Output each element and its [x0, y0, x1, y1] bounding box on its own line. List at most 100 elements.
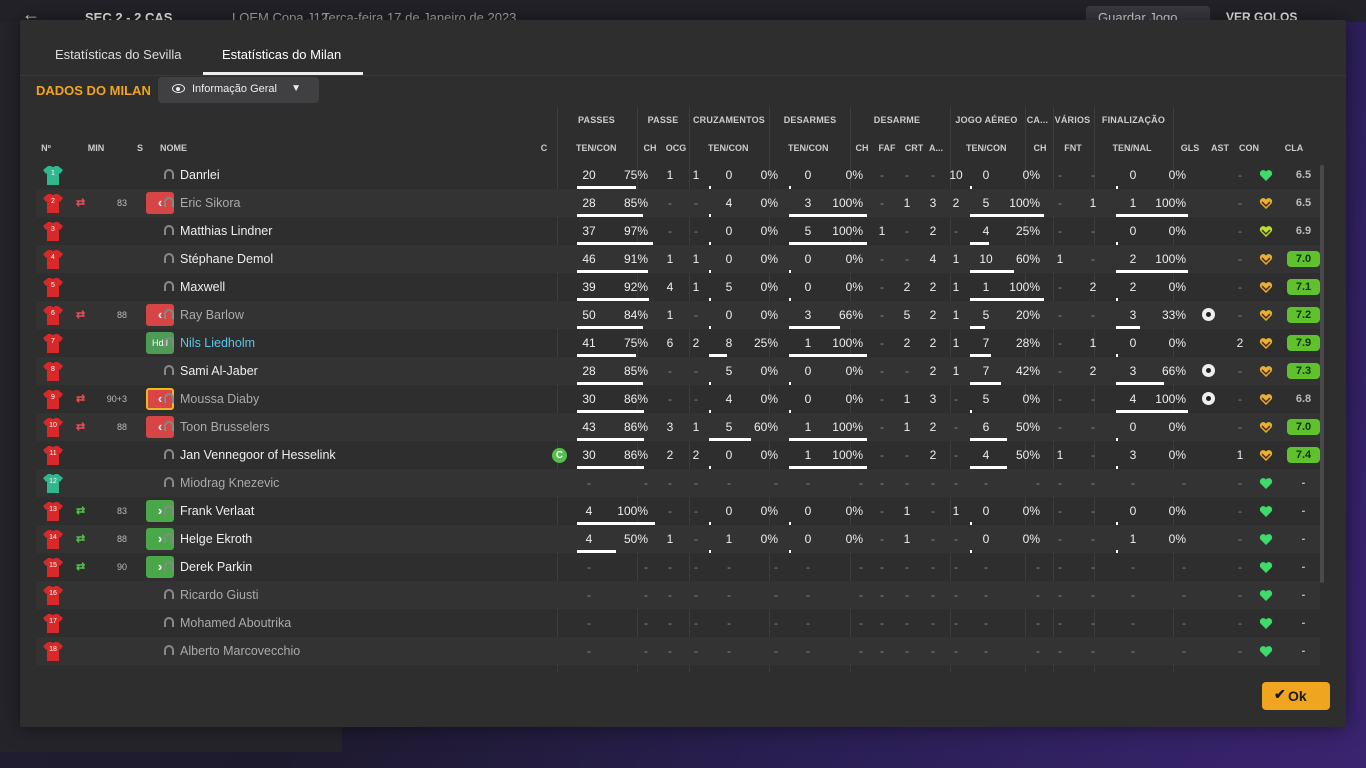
minute: 83 [116, 198, 127, 208]
player-name[interactable]: Sami Al-Jaber [180, 364, 258, 378]
sub-in-icon: ⇄ [76, 533, 86, 545]
player-name[interactable]: Frank Verlaat [180, 504, 254, 518]
table-row[interactable]: 9 ⇄ 90+3 ‹ Moussa Diaby 30 86% - -4 0% 0 0% -1 3-5 0% -… [36, 385, 1320, 413]
scrollbar[interactable] [1320, 165, 1324, 583]
group-header: VÁRIOS [1054, 115, 1091, 125]
group-header: PASSE [647, 115, 679, 125]
crosses-attempted: 4 [725, 392, 733, 406]
fouls: - [905, 168, 909, 182]
fouls-against: - [1091, 392, 1095, 406]
fouls: 1 [903, 504, 911, 518]
column-header[interactable]: TEN/CON [708, 143, 749, 153]
squad-number: 16 [49, 590, 57, 597]
player-name[interactable]: Nils Liedholm [180, 336, 255, 350]
player-name[interactable]: Miodrag Knezevic [180, 476, 279, 490]
player-name[interactable]: Matthias Lindner [180, 224, 272, 238]
table-row[interactable]: 18 Alberto Marcovecchio - - - - - - - - - - - - - - - - - -… [36, 637, 1320, 665]
tab-sevilla-stats[interactable]: Estatísticas do Sevilla [55, 47, 181, 62]
view-select-value: Informação Geral [192, 83, 277, 95]
table-row[interactable]: 8 Sami Al-Jaber 28 85% - - 5 0% 0 0% - - 2 1 7 42% - 2 3 66… [36, 357, 1320, 385]
passes-attempted: 20 [582, 168, 596, 182]
passes-attempted: 43 [582, 420, 596, 434]
column-header[interactable]: TEN/CON [788, 143, 829, 153]
column-header[interactable]: TEN/CON [576, 143, 617, 153]
column-header[interactable]: NOME [160, 143, 220, 153]
column-header[interactable]: CLA [1274, 143, 1314, 153]
eye-icon [172, 84, 185, 93]
table-row[interactable]: 6 ⇄ 88 ‹ Ray Barlow 50 84% 1-0 0% 3 66% -5 2 1 5 20% - -3… [36, 301, 1320, 329]
player-rating: 7.9 [1287, 335, 1320, 351]
table-row[interactable]: 11 Jan Vennegoor of Hesselink C 30 86% 2 2 0 0% 1… [36, 441, 1320, 469]
column-header[interactable]: TEN/NAL [1112, 143, 1152, 153]
player-name[interactable]: Alberto Marcovecchio [180, 644, 300, 658]
table-row[interactable]: 4 Stéphane Demol 46 91% 1 1 0 0% 0 0% - -4 1 10 60% 1-2… [36, 245, 1320, 273]
group-header: JOGO AÉREO [955, 115, 1018, 125]
shots-attempted: 3 [1129, 364, 1137, 378]
player-name[interactable]: Helge Ekroth [180, 532, 252, 546]
table-row[interactable]: 12 Miodrag Knezevic - - - - - - - - - - - - - - - - - - - - [36, 469, 1320, 497]
column-header[interactable]: OCG [656, 143, 696, 153]
player-name[interactable]: Stéphane Demol [180, 252, 273, 266]
column-header[interactable]: Nº [26, 143, 66, 153]
table-row[interactable]: 10 ⇄ 88 ‹ Toon Brusselers 43 86% 3 1 5 60% 1 100% -1 2… [36, 413, 1320, 441]
crosses-pct: 0% [760, 196, 778, 210]
column-header[interactable]: CON [1229, 143, 1269, 153]
table-row[interactable]: 7 HdJ Nils Liedholm 41 75% 6 2 8 25% 1 100% -2 2 1 7 28… [36, 329, 1320, 357]
column-header[interactable]: S [120, 143, 160, 153]
player-name[interactable]: Maxwell [180, 280, 225, 294]
clearances: - [931, 644, 935, 658]
table-row[interactable]: 17 Mohamed Aboutrika - - - - - - - - - - - - - - - - - - - - [36, 609, 1320, 637]
table-row[interactable]: 5 Maxwell 39 92% 4 1 5 0% 0 0% - 2 2 1 1 100% - 2 2 0% - 7.1 [36, 273, 1320, 301]
clearances: 4 [929, 252, 937, 266]
ok-button[interactable]: ✔ Ok [1262, 682, 1330, 710]
player-name[interactable]: Ray Barlow [180, 308, 244, 322]
view-select[interactable]: Informação Geral ▼ [158, 77, 319, 103]
offsides: - [1058, 588, 1062, 602]
table-row[interactable]: 2 ⇄ 83 ‹ Eric Sikora 28 85% - -4 0% 3 100% -1 3 2 5 100%… [36, 189, 1320, 217]
tackles-attempted: - [806, 476, 810, 490]
headers-attempted: 5 [982, 196, 990, 210]
tab-milan-stats[interactable]: Estatísticas do Milan [222, 47, 341, 62]
shots-pct: 0% [1168, 420, 1186, 434]
offsides: - [1058, 504, 1062, 518]
table-row[interactable]: 16 Ricardo Giusti - - - - - - - - - - - - - - - - - - - - [36, 581, 1320, 609]
headers-pct: 60% [1015, 252, 1040, 266]
player-name[interactable]: Ricardo Giusti [180, 588, 259, 602]
column-header[interactable]: MIN [76, 143, 116, 153]
crosses-pct: 0% [760, 224, 778, 238]
interceptions: - [880, 392, 884, 406]
shots-attempted: 0 [1129, 336, 1137, 350]
column-header[interactable]: C [524, 143, 564, 153]
player-name[interactable]: Toon Brusselers [180, 420, 270, 434]
table-row[interactable]: 13 ⇄ 83 › Frank Verlaat 4 100% - -0 0% 0 0% -1-1 0 0% -… [36, 497, 1320, 525]
shots-pct: 0% [1168, 280, 1186, 294]
fouls-against: - [1091, 224, 1095, 238]
table-row[interactable]: 15 ⇄ 90 › Derek Parkin - - - - - - - - - - - - - - - - - - - - [36, 553, 1320, 581]
chances-created: 2 [692, 336, 700, 350]
player-name[interactable]: Jan Vennegoor of Hesselink [180, 448, 336, 462]
player-name[interactable]: Moussa Diaby [180, 392, 259, 406]
column-header[interactable]: TEN/CON [966, 143, 1007, 153]
player-name[interactable]: Eric Sikora [180, 196, 240, 210]
stats-modal: Estatísticas do Sevilla Estatísticas do … [20, 20, 1346, 727]
table-row[interactable]: 3 Matthias Lindner 37 97% - - 0 0% 5 100% 1 - 2 - 4 25%… [36, 217, 1320, 245]
offsides: - [1058, 224, 1062, 238]
headers-attempted: 7 [982, 336, 990, 350]
player-name[interactable]: Danrlei [180, 168, 220, 182]
assists: - [1238, 588, 1242, 602]
shots-attempted: - [1131, 616, 1135, 630]
passes-attempted: - [587, 560, 591, 574]
player-name[interactable]: Mohamed Aboutrika [180, 616, 291, 630]
table-row[interactable]: 1 Danrlei 20 75% 1 1 0 0% 0 0% - - -10 0 0% - -0 0% -6.5 [36, 161, 1320, 189]
column-header[interactable]: FNT [1053, 143, 1093, 153]
headers-pct: 0% [1022, 532, 1040, 546]
player-rating: 7.1 [1287, 279, 1320, 295]
player-name[interactable]: Derek Parkin [180, 560, 252, 574]
table-row[interactable]: 14 ⇄ 88 › Helge Ekroth 4 50% 1-1 0% 0 0% -1- -0 0% - -1… [36, 525, 1320, 553]
tackles-attempted: 5 [804, 224, 812, 238]
crosses-attempted: 5 [725, 420, 733, 434]
minute: 88 [116, 310, 127, 320]
player-rating: 7.3 [1287, 363, 1320, 379]
headers-pct: - [1036, 560, 1040, 574]
headset-icon [164, 197, 174, 207]
